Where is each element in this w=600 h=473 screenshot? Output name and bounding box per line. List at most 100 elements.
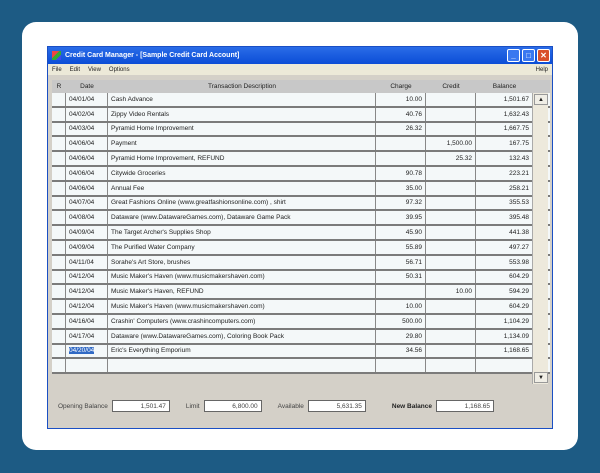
date-cell[interactable]: 04/17/04 <box>66 329 108 343</box>
description-cell[interactable]: The Purified Water Company <box>108 240 376 254</box>
description-cell[interactable]: The Target Archer's Supplies Shop <box>108 226 376 239</box>
new-entry-row[interactable] <box>52 359 550 375</box>
balance-cell[interactable]: 1,632.43 <box>476 107 533 121</box>
reconciled-cell[interactable] <box>52 122 66 136</box>
balance-cell[interactable] <box>476 359 533 373</box>
reconciled-cell[interactable] <box>52 137 66 151</box>
col-credit[interactable]: Credit <box>426 83 476 90</box>
balance-cell[interactable]: 1,667.75 <box>476 122 533 136</box>
table-row[interactable]: 04/12/04 Music Maker's Haven (www.musicma… <box>52 270 550 286</box>
balance-cell[interactable]: 167.75 <box>476 137 533 151</box>
vertical-scrollbar[interactable]: ▲ ▼ <box>532 93 548 384</box>
date-cell[interactable]: 04/11/04 <box>66 255 108 269</box>
col-description[interactable]: Transaction Description <box>108 83 376 90</box>
balance-cell[interactable]: 223.21 <box>476 166 533 180</box>
col-r[interactable]: R <box>52 83 66 90</box>
credit-cell[interactable] <box>426 329 476 343</box>
date-cell[interactable]: 04/12/04 <box>66 270 108 284</box>
table-row[interactable]: 04/11/04 Sorahe's Art Store, brushes 56.71… <box>52 255 550 271</box>
date-cell[interactable]: 04/07/04 <box>66 196 108 210</box>
credit-cell[interactable] <box>426 255 476 269</box>
limit-field[interactable]: 6,800.00 <box>203 400 262 412</box>
charge-cell[interactable]: 45.90 <box>376 226 426 239</box>
charge-cell[interactable]: 29.80 <box>376 329 426 343</box>
table-row[interactable]: 04/07/04 Great Fashions Online (www.great… <box>52 196 550 212</box>
reconciled-cell[interactable] <box>52 359 66 373</box>
credit-cell[interactable] <box>426 226 476 239</box>
date-cell[interactable] <box>66 359 108 373</box>
table-row[interactable]: 04/09/04 The Target Archer's Supplies Sho… <box>52 226 550 241</box>
reconciled-cell[interactable] <box>52 344 66 358</box>
table-row[interactable]: 04/06/04 Pyramid Home Improvement, REFUND… <box>52 152 550 167</box>
menu-help[interactable]: Help <box>536 67 548 73</box>
credit-cell[interactable]: 10.00 <box>426 285 476 299</box>
credit-cell[interactable] <box>426 240 476 254</box>
col-charge[interactable]: Charge <box>376 83 426 90</box>
description-cell[interactable]: Dataware (www.DatawareGames.com), Datawa… <box>108 211 376 225</box>
reconciled-cell[interactable] <box>52 107 66 121</box>
credit-cell[interactable] <box>426 300 476 313</box>
date-cell[interactable]: 04/12/04 <box>66 285 108 299</box>
date-cell[interactable]: 04/06/04 <box>66 166 108 180</box>
description-cell[interactable]: Pyramid Home Improvement <box>108 122 376 136</box>
new-balance-field[interactable]: 1,168.65 <box>435 400 494 412</box>
description-cell[interactable]: Cash Advance <box>108 93 376 106</box>
balance-cell[interactable]: 395.48 <box>476 211 533 225</box>
reconciled-cell[interactable] <box>52 240 66 254</box>
charge-cell[interactable]: 50.31 <box>376 270 426 284</box>
charge-cell[interactable] <box>376 359 426 373</box>
reconciled-cell[interactable] <box>52 285 66 299</box>
reconciled-cell[interactable] <box>52 152 66 165</box>
description-cell[interactable]: Music Maker's Haven (www.musicmakershave… <box>108 300 376 313</box>
description-cell[interactable]: Payment <box>108 137 376 151</box>
description-cell[interactable]: Citywide Groceries <box>108 166 376 180</box>
description-cell[interactable]: Zippy Video Rentals <box>108 107 376 121</box>
reconciled-cell[interactable] <box>52 300 66 313</box>
date-cell[interactable]: 04/03/04 <box>66 122 108 136</box>
date-cell[interactable]: 04/09/04 <box>66 240 108 254</box>
date-cell[interactable]: 04/06/04 <box>66 137 108 151</box>
balance-cell[interactable]: 594.29 <box>476 285 533 299</box>
charge-cell[interactable]: 10.00 <box>376 93 426 106</box>
credit-cell[interactable] <box>426 359 476 373</box>
description-cell[interactable]: Eric's Everything Emporium <box>108 344 376 358</box>
reconciled-cell[interactable] <box>52 270 66 284</box>
table-row[interactable]: 04/06/04 Annual Fee 35.00 258.21 <box>52 181 550 197</box>
reconciled-cell[interactable] <box>52 93 66 106</box>
available-field[interactable]: 5,631.35 <box>307 400 366 412</box>
description-cell[interactable] <box>108 359 376 373</box>
credit-cell[interactable] <box>426 107 476 121</box>
balance-cell[interactable]: 132.43 <box>476 152 533 165</box>
description-cell[interactable]: Crashin' Computers (www.crashincomputers… <box>108 314 376 328</box>
charge-cell[interactable]: 90.78 <box>376 166 426 180</box>
credit-cell[interactable]: 1,500.00 <box>426 137 476 151</box>
description-cell[interactable]: Music Maker's Haven (www.musicmakershave… <box>108 270 376 284</box>
balance-cell[interactable]: 441.38 <box>476 226 533 239</box>
table-row[interactable]: 04/17/04 Dataware (www.DatawareGames.com)… <box>52 329 550 345</box>
reconciled-cell[interactable] <box>52 166 66 180</box>
charge-cell[interactable]: 56.71 <box>376 255 426 269</box>
credit-cell[interactable] <box>426 93 476 106</box>
table-row[interactable]: 04/01/04 Cash Advance 10.00 1,501.67 <box>52 93 550 108</box>
credit-cell[interactable] <box>426 270 476 284</box>
table-row[interactable]: 04/16/04 Crashin' Computers (www.crashinc… <box>52 314 550 330</box>
maximize-button[interactable]: □ <box>522 49 535 62</box>
charge-cell[interactable]: 10.00 <box>376 300 426 313</box>
charge-cell[interactable]: 97.32 <box>376 196 426 210</box>
col-date[interactable]: Date <box>66 83 108 90</box>
date-cell[interactable]: 04/06/04 <box>66 152 108 165</box>
date-cell[interactable]: 04/01/04 <box>66 93 108 106</box>
date-cell[interactable]: 04/08/04 <box>66 211 108 225</box>
balance-cell[interactable]: 604.29 <box>476 300 533 313</box>
date-cell[interactable]: 04/02/04 <box>66 107 108 121</box>
menu-view[interactable]: View <box>88 67 101 73</box>
reconciled-cell[interactable] <box>52 314 66 328</box>
reconciled-cell[interactable] <box>52 211 66 225</box>
balance-cell[interactable]: 355.53 <box>476 196 533 210</box>
balance-cell[interactable]: 1,501.67 <box>476 93 533 106</box>
minimize-button[interactable]: _ <box>507 49 520 62</box>
charge-cell[interactable] <box>376 152 426 165</box>
charge-cell[interactable] <box>376 137 426 151</box>
charge-cell[interactable] <box>376 285 426 299</box>
reconciled-cell[interactable] <box>52 226 66 239</box>
